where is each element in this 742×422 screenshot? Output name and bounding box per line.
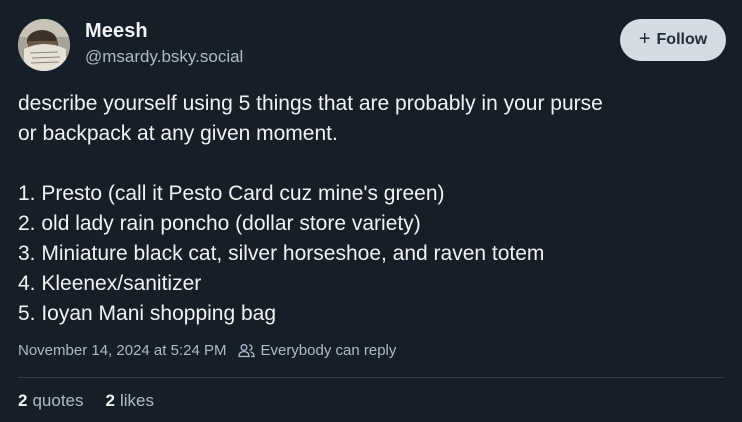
avatar-image	[18, 19, 70, 71]
post-meta: November 14, 2024 at 5:24 PM Everybody c…	[18, 342, 396, 359]
likes-label: likes	[119, 391, 154, 410]
author-display-name[interactable]: Meesh	[85, 20, 148, 43]
list-item: 3. Miniature black cat, silver horseshoe…	[18, 242, 545, 265]
reply-setting: Everybody can reply	[260, 342, 397, 359]
list-item: 2. old lady rain poncho (dollar store va…	[18, 212, 421, 235]
people-icon	[238, 343, 256, 358]
quotes-stat[interactable]: 2 quotes	[18, 391, 84, 411]
post-text-line: describe yourself using 5 things that ar…	[18, 92, 603, 115]
likes-count: 2	[105, 391, 115, 410]
list-item: 1. Presto (call it Pesto Card cuz mine's…	[18, 182, 445, 205]
post-timestamp[interactable]: November 14, 2024 at 5:24 PM	[18, 342, 226, 359]
author-handle[interactable]: @msardy.bsky.social	[85, 47, 243, 67]
post-card: Meesh @msardy.bsky.social + Follow descr…	[0, 0, 742, 422]
follow-button-label: Follow	[656, 31, 708, 48]
avatar[interactable]	[18, 19, 70, 71]
plus-icon: +	[638, 28, 651, 50]
quotes-count: 2	[18, 391, 28, 410]
engagement-stats: 2 quotes 2 likes	[18, 391, 154, 411]
post-text: describe yourself using 5 things that ar…	[18, 89, 718, 329]
list-item: 4. Kleenex/sanitizer	[18, 272, 202, 295]
divider	[18, 377, 724, 378]
follow-button[interactable]: + Follow	[620, 19, 726, 61]
likes-stat[interactable]: 2 likes	[106, 391, 154, 411]
list-item: 5. Ioyan Mani shopping bag	[18, 302, 277, 325]
quotes-label: quotes	[32, 391, 84, 410]
post-text-line: or backpack at any given moment.	[18, 122, 338, 145]
